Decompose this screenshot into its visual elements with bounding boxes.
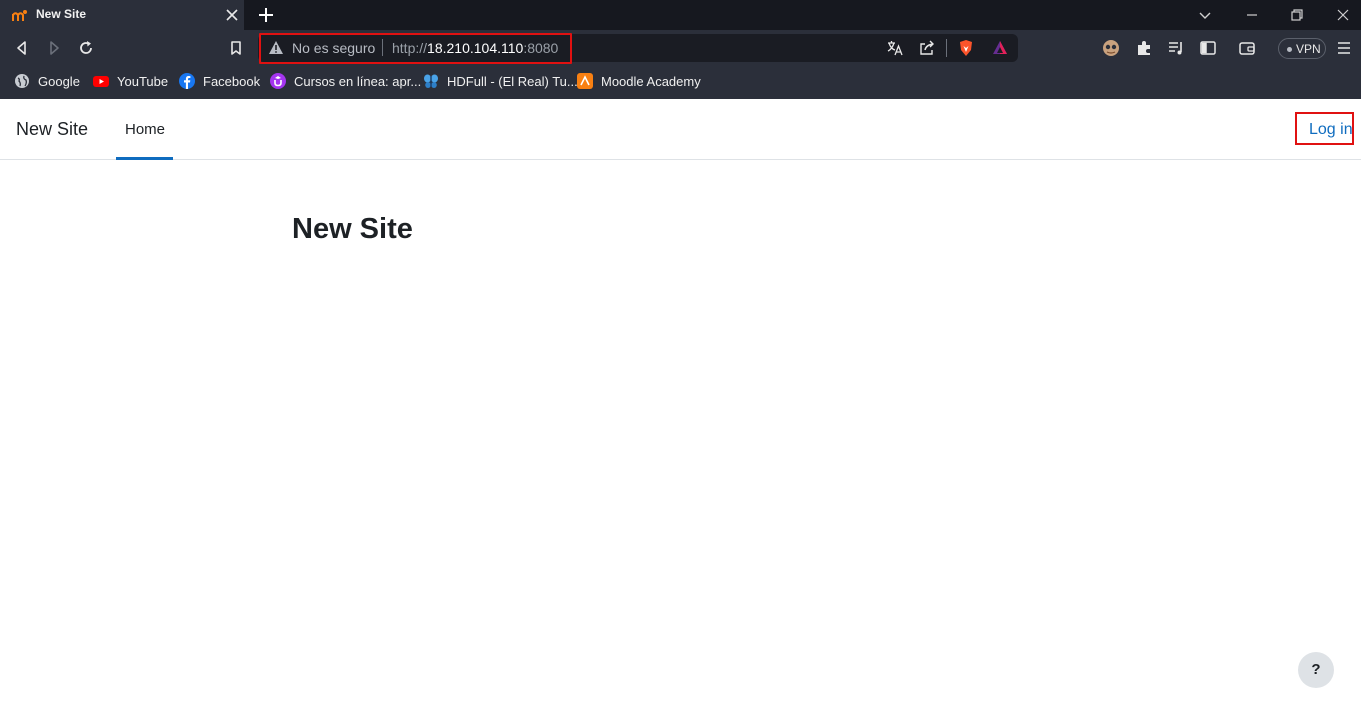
bookmark-label: Google <box>38 73 80 89</box>
media-playlist-icon[interactable] <box>1167 39 1185 57</box>
tab-title: New Site <box>36 7 87 21</box>
back-icon[interactable] <box>13 39 31 57</box>
reload-icon[interactable] <box>77 39 95 57</box>
extensions-icon[interactable] <box>1135 39 1153 57</box>
bookmark-label: Moodle Academy <box>601 73 701 89</box>
brave-shields-icon[interactable] <box>957 39 975 57</box>
butterfly-icon <box>424 74 438 88</box>
menu-icon[interactable] <box>1335 39 1353 57</box>
nav-tab-home[interactable]: Home <box>116 99 173 160</box>
wallet-icon[interactable] <box>1238 39 1256 57</box>
tab-search-chevron-icon[interactable] <box>1197 7 1213 23</box>
vpn-button[interactable]: VPN <box>1278 38 1326 59</box>
bookmark-facebook[interactable]: Facebook <box>179 71 260 91</box>
bookmark-hdfull[interactable]: HDFull - (El Real) Tu... <box>423 71 578 91</box>
bookmark-moodle-academy[interactable]: Moodle Academy <box>577 71 701 91</box>
omnibox-divider <box>946 39 947 57</box>
close-tab-icon[interactable] <box>224 7 240 23</box>
bookmark-icon[interactable] <box>227 39 245 57</box>
page-title: New Site <box>292 213 413 245</box>
login-highlight-box: Log in <box>1295 112 1354 145</box>
share-icon[interactable] <box>918 39 936 57</box>
bookmark-youtube[interactable]: YouTube <box>93 71 168 91</box>
restore-icon[interactable] <box>1289 7 1305 23</box>
login-link[interactable]: Log in <box>1309 121 1353 139</box>
facebook-icon <box>179 73 195 89</box>
udemy-icon <box>270 73 286 89</box>
bookmark-label: HDFull - (El Real) Tu... <box>447 73 578 89</box>
browser-toolbar <box>0 30 1361 66</box>
bookmark-google[interactable]: Google <box>14 71 80 91</box>
vpn-label: VPN <box>1296 42 1321 56</box>
minimize-icon[interactable] <box>1244 7 1260 23</box>
translate-icon[interactable] <box>886 39 904 57</box>
help-button[interactable]: ? <box>1298 652 1334 688</box>
new-tab-icon[interactable] <box>257 6 275 24</box>
vpn-status-dot <box>1287 47 1292 52</box>
page-content: New Site Home Log in New Site ? <box>0 99 1361 719</box>
url-highlight-box <box>259 33 572 64</box>
bookmark-label: YouTube <box>117 73 169 89</box>
moodle-favicon-icon <box>12 10 27 21</box>
nav-home-label: Home <box>125 121 166 138</box>
site-navbar: New Site Home Log in <box>0 99 1361 160</box>
close-window-icon[interactable] <box>1335 7 1351 23</box>
site-brand[interactable]: New Site <box>16 119 88 140</box>
sidebar-icon[interactable] <box>1199 39 1217 57</box>
globe-icon <box>15 74 29 88</box>
youtube-icon <box>93 76 109 87</box>
profile-avatar-icon[interactable] <box>1102 39 1120 57</box>
tab-strip: New Site <box>0 0 1361 30</box>
bookmark-udemy[interactable]: Cursos en línea: apr... <box>270 71 421 91</box>
browser-tab[interactable]: New Site <box>0 0 244 30</box>
forward-icon[interactable] <box>45 39 63 57</box>
bookmarks-bar: Google YouTube Facebook Cursos en línea:… <box>0 66 1361 99</box>
moodle-icon <box>577 73 593 89</box>
bookmark-label: Facebook <box>203 73 261 89</box>
brave-rewards-icon[interactable] <box>991 39 1009 57</box>
bookmark-label: Cursos en línea: apr... <box>294 73 422 89</box>
help-icon: ? <box>1311 661 1321 678</box>
